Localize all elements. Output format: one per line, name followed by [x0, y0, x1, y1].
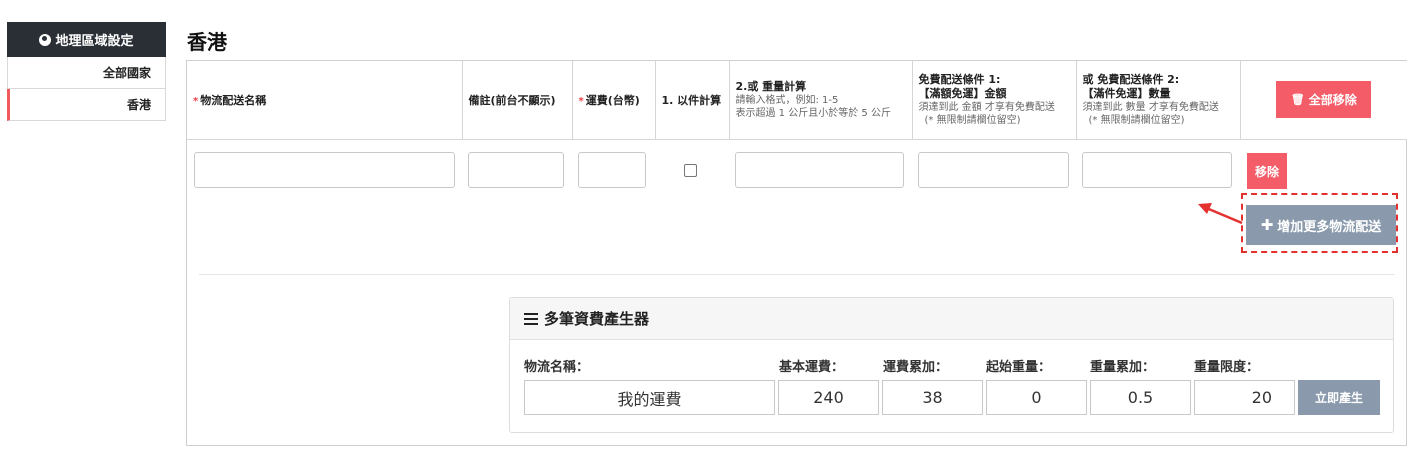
header-weight: 2.或 重量計算 請輸入格式，例如: 1-5 表示超過 1 公斤且小於等於 5 … [728, 61, 913, 140]
generator-name-input[interactable]: 我的運費 [524, 380, 775, 415]
generator-weight-increment-input[interactable]: 0.5 [1090, 380, 1191, 415]
shipping-table: * 物流配送名稱 備註(前台不顯示) * 運費(台幣) 1. 以件計算 2.或 重量… [187, 61, 1407, 140]
shipping-panel: * 物流配送名稱 備註(前台不顯示) * 運費(台幣) 1. 以件計算 2.或 重量… [186, 60, 1407, 446]
fee-input[interactable] [578, 152, 646, 188]
sidebar-header: 地理區域設定 [7, 22, 166, 57]
header-actions: 🗑 全部移除 [1239, 61, 1407, 140]
list-icon [524, 312, 538, 325]
sidebar-item-hong-kong[interactable]: 香港 [7, 89, 166, 121]
header-note: 備註(前台不顯示) [461, 61, 573, 140]
free-amount-input[interactable] [918, 152, 1069, 188]
note-input[interactable] [468, 152, 564, 188]
trash-icon: 🗑 [1290, 93, 1305, 107]
annotation-highlight-box [1241, 193, 1398, 253]
globe-icon [39, 33, 52, 46]
generator-start-weight-input[interactable]: 0 [986, 380, 1087, 415]
remove-all-button[interactable]: 🗑 全部移除 [1276, 81, 1372, 119]
rate-generator-box: 多筆資費產生器 物流名稱： 基本運費： 運費累加： 起始重量： 重量累加： 重量… [509, 297, 1394, 433]
generator-label-fee-increment: 運費累加： [883, 360, 949, 375]
generator-label-name: 物流名稱： [524, 360, 590, 375]
generator-fee-increment-input[interactable]: 38 [882, 380, 983, 415]
per-item-checkbox[interactable] [684, 164, 697, 177]
page-title: 香港 [187, 30, 227, 54]
rate-generator-header: 多筆資費產生器 [510, 298, 1393, 340]
generate-now-button[interactable]: 立即產生 [1298, 380, 1380, 415]
sidebar-item-label: 香港 [126, 98, 151, 112]
sidebar-item-label: 全部國家 [102, 66, 151, 80]
remove-row-button[interactable]: 移除 [1247, 153, 1287, 189]
header-free-condition-2: 或 免費配送條件 2: 【滿件免運】數量 須達到此 數量 才享有免費配送 (* … [1075, 61, 1241, 140]
generator-base-fee-input[interactable]: 240 [778, 380, 879, 415]
free-quantity-input[interactable] [1082, 152, 1232, 188]
sidebar-item-all-countries[interactable]: 全部國家 [7, 57, 166, 89]
header-shipping-name: * 物流配送名稱 [187, 61, 463, 140]
header-free-condition-1: 免費配送條件 1: 【滿額免運】金額 須達到此 金額 才享有免費配送 (* 無限… [911, 61, 1077, 140]
sidebar-header-label: 地理區域設定 [55, 34, 134, 49]
header-per-item: 1. 以件計算 [654, 61, 730, 140]
generator-label-start-weight: 起始重量： [986, 360, 1052, 375]
generator-label-base-fee: 基本運費： [779, 360, 845, 375]
shipping-name-input[interactable] [194, 152, 455, 188]
generator-label-weight-increment: 重量累加： [1090, 360, 1156, 375]
table-header-row: * 物流配送名稱 備註(前台不顯示) * 運費(台幣) 1. 以件計算 2.或 重量… [187, 61, 1407, 140]
header-fee: * 運費(台幣) [571, 61, 656, 140]
divider [199, 274, 1395, 275]
weight-range-input[interactable] [735, 152, 904, 188]
generator-label-weight-limit: 重量限度： [1194, 360, 1260, 375]
annotation-arrow [1198, 203, 1243, 225]
sidebar: 地理區域設定 全部國家 香港 [7, 22, 166, 121]
generator-weight-limit-input[interactable]: 20 [1194, 380, 1295, 415]
